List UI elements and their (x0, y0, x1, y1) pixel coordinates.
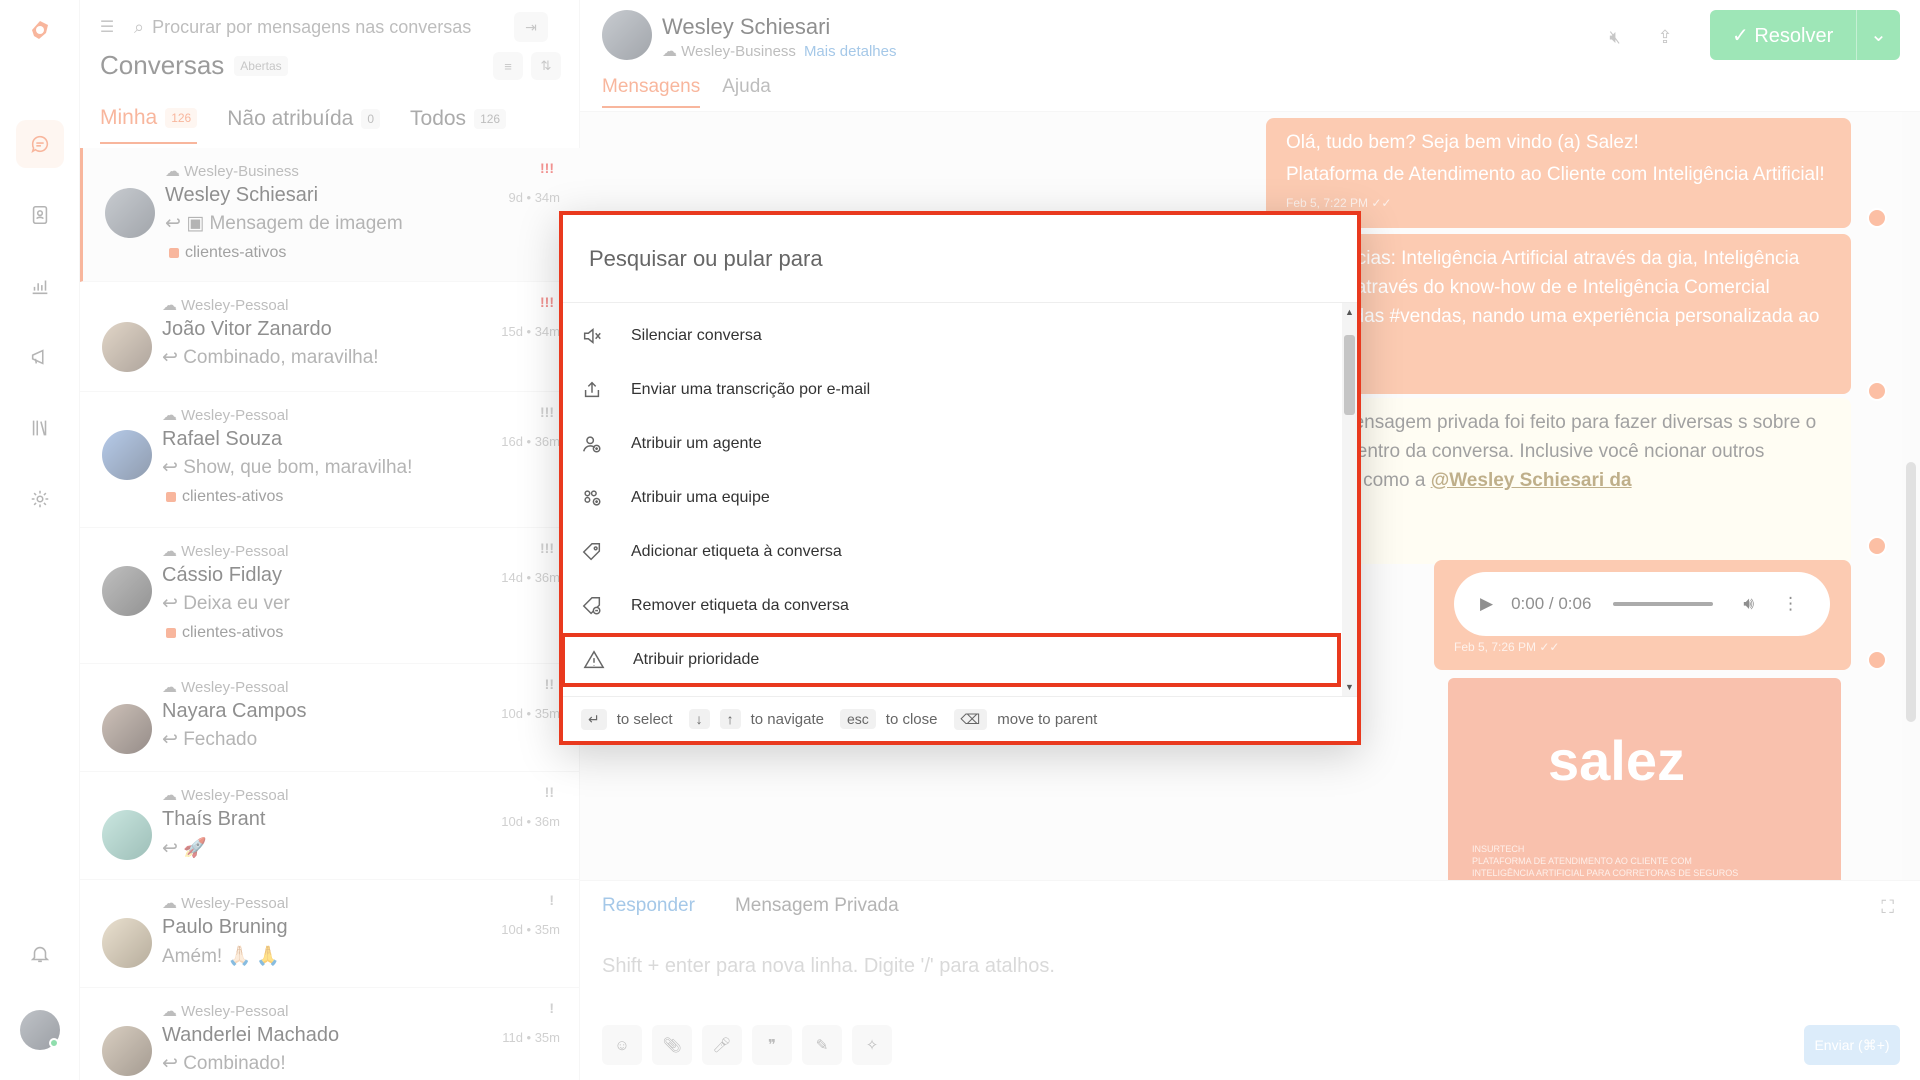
app-root: ☰ ⌕ Procurar por mensagens nas conversas … (0, 0, 1920, 1080)
command-palette: Pesquisar ou pular para Silenciar conver… (559, 211, 1361, 745)
hint-navigate: to navigate (750, 710, 824, 728)
command-remove-label[interactable]: Remover etiqueta da conversa (563, 579, 1341, 633)
team-icon (563, 487, 631, 509)
person-add-icon (563, 433, 631, 455)
enter-key-icon: ↵ (581, 708, 607, 730)
command-label: Enviar uma transcrição por e-mail (631, 381, 871, 398)
command-list-scrollbar[interactable]: ▲ ▼ (1342, 303, 1357, 696)
command-assign-team[interactable]: Atribuir uma equipe (563, 471, 1341, 525)
command-label: Atribuir uma equipe (631, 489, 770, 506)
command-label: Adicionar etiqueta à conversa (631, 543, 842, 560)
command-add-label[interactable]: Adicionar etiqueta à conversa (563, 525, 1341, 579)
scrollbar-thumb[interactable] (1344, 335, 1355, 415)
share-icon (563, 379, 631, 401)
command-label: Atribuir um agente (631, 435, 762, 452)
hint-select: to select (616, 710, 673, 728)
command-label: Atribuir prioridade (633, 651, 760, 668)
arrow-up-key-icon: ↑ (719, 709, 741, 729)
command-list: Silenciar conversa Enviar uma transcriçã… (563, 303, 1341, 696)
command-mute-conversation[interactable]: Silenciar conversa (563, 309, 1341, 363)
command-search-placeholder: Pesquisar ou pular para (589, 245, 823, 271)
command-label: Silenciar conversa (631, 327, 762, 344)
arrow-down-key-icon: ↓ (688, 709, 710, 729)
command-search-input[interactable]: Pesquisar ou pular para (563, 215, 1357, 303)
command-email-transcript[interactable]: Enviar uma transcrição por e-mail (563, 363, 1341, 417)
command-label: Remover etiqueta da conversa (631, 597, 849, 614)
command-assign-priority[interactable]: Atribuir prioridade (563, 633, 1341, 687)
mute-icon (563, 325, 631, 347)
warning-icon (565, 649, 633, 671)
command-assign-agent[interactable]: Atribuir um agente (563, 417, 1341, 471)
backspace-key-icon: ⌫ (953, 708, 988, 730)
hint-close: to close (885, 710, 938, 728)
scroll-down-icon[interactable]: ▼ (1345, 682, 1354, 692)
hint-parent: move to parent (997, 710, 1098, 728)
command-palette-footer: ↵ to select ↓ ↑ to navigate esc to close… (563, 696, 1357, 741)
esc-key: esc (840, 709, 876, 729)
tag-remove-icon (563, 595, 631, 617)
tag-icon (563, 541, 631, 563)
scroll-up-icon[interactable]: ▲ (1345, 307, 1354, 317)
